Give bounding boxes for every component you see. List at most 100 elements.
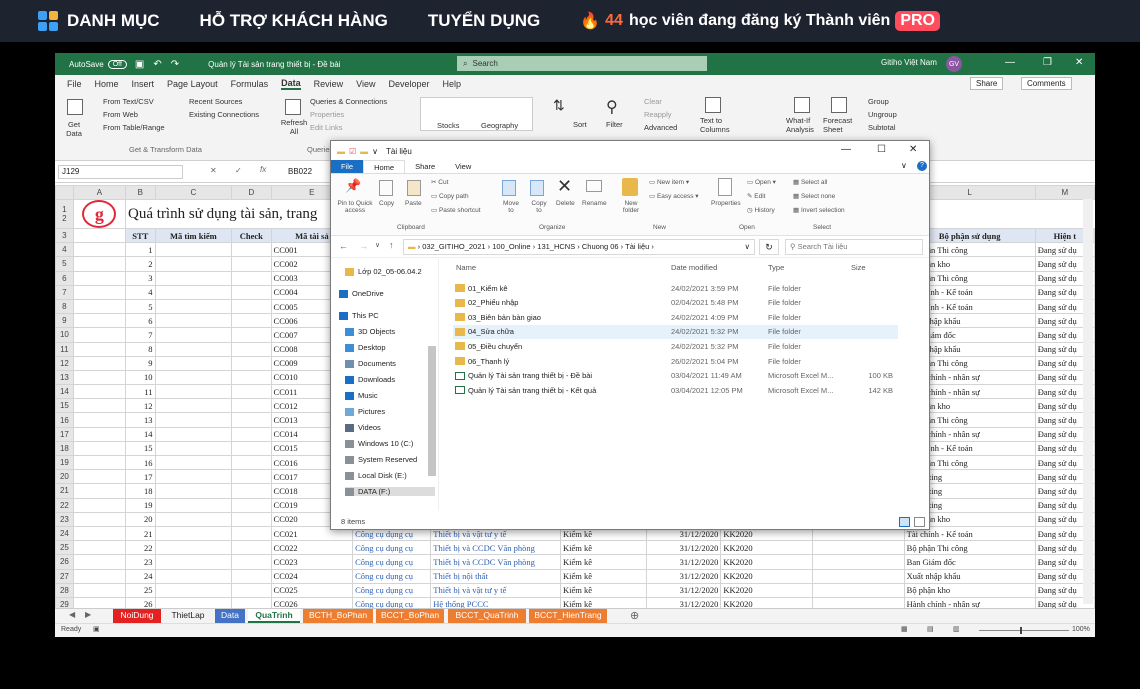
add-sheet-icon[interactable]: ⊕ bbox=[630, 609, 639, 622]
sort-az-icon[interactable]: ⇅ bbox=[553, 97, 565, 114]
nav-item[interactable]: Videos bbox=[345, 423, 381, 432]
cell-ngay[interactable]: 31/12/2020 bbox=[646, 554, 722, 570]
cell-ma-tim-kiem[interactable] bbox=[154, 497, 233, 513]
text-to-columns-button[interactable]: Text to Columns bbox=[700, 116, 730, 134]
nav-item[interactable]: Windows 10 (C:) bbox=[345, 439, 413, 448]
filter-icon[interactable]: ⚲ bbox=[606, 97, 618, 117]
file-row[interactable]: 03_Biên bản bàn giao 24/02/2021 4:09 PM Fi… bbox=[453, 310, 898, 324]
cell[interactable] bbox=[72, 298, 127, 315]
explorer-tab-home[interactable]: Home bbox=[363, 160, 406, 173]
nav-item[interactable]: DATA (F:) bbox=[345, 487, 435, 496]
cancel-icon[interactable]: ✕ bbox=[210, 166, 217, 175]
cell-bo-phan[interactable]: Bộ phận kho bbox=[903, 582, 1036, 598]
cell-check[interactable] bbox=[231, 483, 272, 499]
cell-stt[interactable]: 22 bbox=[125, 540, 156, 556]
menu-home[interactable]: Home bbox=[95, 79, 119, 89]
cell-check[interactable] bbox=[231, 398, 272, 414]
sort-button[interactable]: Sort bbox=[573, 120, 587, 129]
row-header[interactable]: 16 bbox=[55, 412, 74, 428]
invert-selection-button[interactable]: ▦ Invert selection bbox=[793, 206, 845, 214]
cell[interactable] bbox=[812, 568, 905, 584]
col-header[interactable]: M bbox=[1034, 185, 1095, 200]
cell[interactable] bbox=[72, 554, 127, 570]
reapply-button[interactable]: Reapply bbox=[644, 110, 672, 119]
row-header[interactable]: 14 bbox=[55, 384, 74, 400]
normal-view-icon[interactable]: ▦ bbox=[901, 625, 908, 633]
zoom-slider-thumb[interactable] bbox=[1020, 627, 1022, 634]
avatar[interactable]: GV bbox=[946, 56, 962, 72]
cell-ky-kiem-ke[interactable]: KK2020 bbox=[720, 540, 814, 556]
redo-icon[interactable]: ↷ bbox=[171, 59, 179, 70]
cell-check[interactable] bbox=[231, 313, 272, 329]
cell-trang-thai[interactable]: Kiểm kê bbox=[559, 554, 648, 570]
cell-loai[interactable]: Công cụ dụng cụ bbox=[352, 568, 432, 584]
cell[interactable] bbox=[72, 511, 127, 527]
nav-item[interactable]: Local Disk (E:) bbox=[345, 471, 407, 480]
cell-ma-tim-kiem[interactable] bbox=[154, 582, 233, 598]
recent-dropdown-icon[interactable]: ∨ bbox=[375, 241, 380, 249]
edit-button[interactable]: ✎ Edit bbox=[747, 192, 765, 200]
explorer-tab-view[interactable]: View bbox=[445, 160, 481, 173]
cell[interactable] bbox=[72, 568, 127, 584]
file-row[interactable]: 01_Kiểm kê 24/02/2021 3:59 PM File folder bbox=[453, 281, 898, 295]
cell[interactable] bbox=[812, 582, 905, 598]
cell-check[interactable] bbox=[231, 582, 272, 598]
cell[interactable] bbox=[72, 242, 127, 258]
select-all-button[interactable]: ▦ Select all bbox=[793, 178, 827, 186]
cell-loai[interactable]: Công cụ dụng cụ bbox=[352, 582, 432, 598]
address-bar[interactable]: ▬ › 032_GITIHO_2021 › 100_Online › 131_H… bbox=[403, 239, 755, 255]
cell[interactable] bbox=[72, 412, 127, 428]
group-button[interactable]: Group bbox=[868, 97, 889, 106]
cell-check[interactable] bbox=[231, 440, 272, 457]
sheet-tab[interactable]: BCCT_QuaTrinh bbox=[448, 609, 526, 623]
nav-item[interactable]: 3D Objects bbox=[345, 327, 395, 336]
sheet-tab[interactable]: NoiDung bbox=[113, 609, 161, 623]
cell[interactable] bbox=[812, 554, 905, 570]
cell[interactable] bbox=[72, 256, 127, 272]
nav-scrollbar[interactable] bbox=[428, 346, 436, 476]
row-header[interactable]: 23 bbox=[55, 511, 74, 527]
cell-stt[interactable]: 20 bbox=[125, 511, 156, 527]
col-header[interactable]: D bbox=[231, 185, 272, 200]
breadcrumb-item[interactable]: 032_GITIHO_2021 bbox=[422, 242, 485, 251]
cell-ma-tim-kiem[interactable] bbox=[154, 384, 233, 400]
cell-loai[interactable]: Công cụ dụng cụ bbox=[352, 540, 432, 556]
cell-check[interactable] bbox=[231, 327, 272, 343]
cell-stt[interactable]: 5 bbox=[125, 298, 156, 315]
cell-stt[interactable]: 26 bbox=[125, 596, 156, 608]
cell-stt[interactable]: 7 bbox=[125, 327, 156, 343]
rename-icon[interactable] bbox=[586, 180, 602, 192]
cell[interactable] bbox=[812, 540, 905, 556]
copy-button[interactable]: Copy bbox=[379, 200, 394, 207]
properties-quick-icon[interactable]: ☑ bbox=[349, 147, 356, 156]
menu-developer[interactable]: Developer bbox=[389, 79, 430, 89]
tuyen-dung-link[interactable]: TUYỂN DỤNG bbox=[428, 11, 540, 31]
cell-ma-tim-kiem[interactable] bbox=[154, 511, 233, 527]
cell-check[interactable] bbox=[231, 270, 272, 286]
from-table-button[interactable]: From Table/Range bbox=[103, 123, 165, 132]
comments-button[interactable]: Comments bbox=[1021, 77, 1072, 90]
share-button[interactable]: Share bbox=[970, 77, 1004, 90]
cell-ma-tim-kiem[interactable] bbox=[154, 469, 233, 485]
breadcrumb-item[interactable]: 100_Online bbox=[492, 242, 530, 251]
sheet-tab[interactable]: QuaTrinh bbox=[248, 609, 300, 623]
explorer-search-box[interactable]: ⚲ Search Tài liệu bbox=[785, 239, 923, 255]
properties-icon[interactable] bbox=[718, 178, 732, 196]
row-header[interactable]: 7 bbox=[55, 284, 74, 300]
explorer-tab-file[interactable]: File bbox=[331, 160, 364, 173]
cell-ma-tai-san[interactable]: CC023 bbox=[270, 554, 354, 570]
cell-stt[interactable]: 11 bbox=[125, 384, 156, 400]
cell[interactable] bbox=[72, 313, 127, 329]
address-dropdown-icon[interactable]: ∨ bbox=[745, 240, 751, 254]
row-header[interactable]: 4 bbox=[55, 242, 74, 258]
cell-stt[interactable]: 14 bbox=[125, 426, 156, 442]
fx-icon[interactable]: fx bbox=[260, 165, 266, 174]
nav-item[interactable]: System Reserved bbox=[345, 455, 417, 464]
details-view-icon[interactable] bbox=[899, 517, 910, 527]
nav-item[interactable]: This PC bbox=[339, 311, 379, 320]
sheet-tab[interactable]: Data bbox=[215, 609, 245, 623]
cell[interactable] bbox=[72, 341, 127, 357]
cell[interactable] bbox=[72, 398, 127, 414]
breadcrumb-item[interactable]: Tài liệu bbox=[625, 242, 649, 251]
cell-ma-tim-kiem[interactable] bbox=[154, 540, 233, 556]
